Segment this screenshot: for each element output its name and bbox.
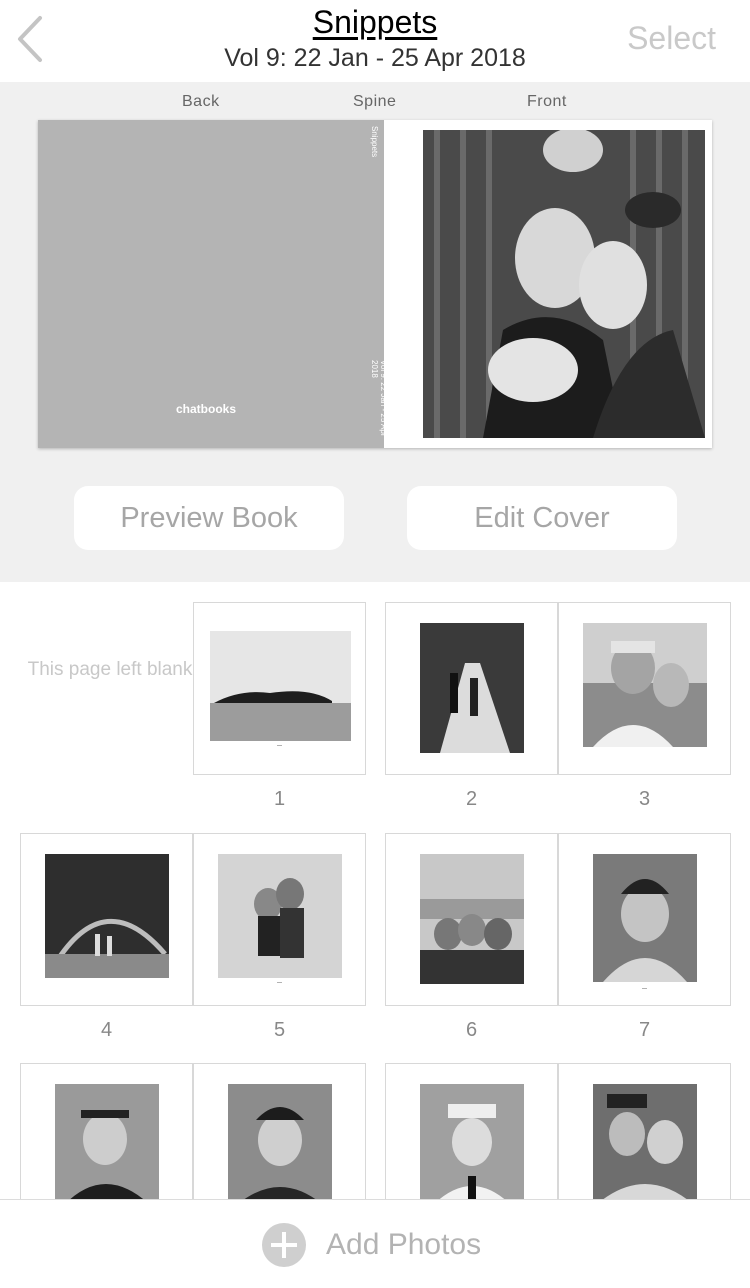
add-photos-label: Add Photos: [326, 1228, 482, 1261]
page-photo: [583, 623, 707, 747]
cover-front: [384, 120, 712, 448]
page-caption: —: [277, 743, 282, 749]
page-thumbnail-1[interactable]: —: [193, 602, 366, 775]
page-photo: [45, 854, 169, 978]
select-button[interactable]: Select: [627, 20, 716, 57]
cover-back: Snippets Vol 9: 22 Jan - 25 Apr 2018 cha…: [38, 120, 388, 448]
page-photo: [210, 631, 351, 741]
cover-section: Back Spine Front Snippets Vol 9: 22 Jan …: [0, 82, 750, 582]
page-photo: [593, 854, 697, 982]
book-cover[interactable]: Snippets Vol 9: 22 Jan - 25 Apr 2018 cha…: [38, 120, 712, 448]
add-photos-button[interactable]: Add Photos: [262, 1222, 481, 1268]
plus-circle-icon: [262, 1223, 306, 1267]
spine-title: Snippets: [370, 126, 379, 158]
page-number: 4: [100, 1019, 113, 1041]
page-photo: [228, 1084, 332, 1204]
front-label: Front: [527, 93, 567, 110]
page-thumbnail-7[interactable]: —: [558, 833, 731, 1006]
page-thumbnail-6[interactable]: [385, 833, 558, 1006]
page-photo: [420, 1084, 524, 1204]
page-photo: [593, 1084, 697, 1204]
page-photo: [420, 854, 524, 984]
page-number: 7: [638, 1019, 651, 1041]
back-label: Back: [182, 93, 220, 110]
page-thumbnail-3[interactable]: [558, 602, 731, 775]
page-number: 2: [465, 788, 478, 810]
page-thumbnail-4[interactable]: [20, 833, 193, 1006]
blank-page-note: This page left blank: [27, 659, 193, 680]
bottom-toolbar: Add Photos: [0, 1199, 750, 1288]
page-thumbnail-2[interactable]: [385, 602, 558, 775]
page-photo: [55, 1084, 159, 1204]
spine-label: Spine: [353, 93, 397, 110]
page-caption: —: [642, 986, 647, 992]
page-number: 5: [273, 1019, 286, 1041]
chatbooks-logo: chatbooks: [176, 402, 237, 416]
preview-book-button[interactable]: Preview Book: [74, 486, 344, 550]
page-number: 1: [273, 788, 286, 810]
edit-cover-button[interactable]: Edit Cover: [407, 486, 677, 550]
nav-header: Snippets Vol 9: 22 Jan - 25 Apr 2018 Sel…: [0, 0, 750, 82]
page-photo: [420, 623, 524, 753]
page-photo: [218, 854, 342, 978]
page-number: 6: [465, 1019, 478, 1041]
page-thumbnail-5[interactable]: —: [193, 833, 366, 1006]
cover-photo: [423, 130, 705, 438]
page-number: 3: [638, 788, 651, 810]
page-caption: —: [277, 980, 282, 986]
